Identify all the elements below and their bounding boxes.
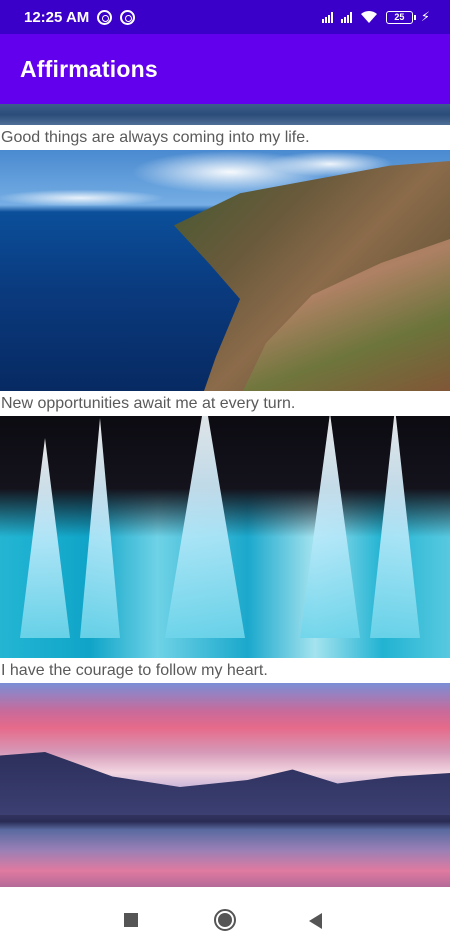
wifi-icon — [360, 10, 377, 23]
battery-icon: 25 — [385, 10, 416, 24]
ring-icon — [120, 9, 136, 25]
affirmation-caption: New opportunities await me at every turn… — [0, 391, 450, 416]
status-time: 12:25 AM — [24, 8, 90, 26]
app-bar: Affirmations — [0, 34, 450, 104]
crystal-spike — [370, 416, 420, 638]
home-circle-icon[interactable] — [214, 909, 236, 931]
affirmation-caption: Good things are always coming into my li… — [0, 125, 450, 150]
bolt-icon: ⚡ — [420, 9, 430, 24]
affirmation-list[interactable]: Good things are always coming into my li… — [0, 104, 450, 890]
affirmation-caption: I have the courage to follow my heart. — [0, 658, 450, 683]
battery-level: 25 — [394, 12, 405, 22]
mountain-shape — [0, 752, 450, 815]
crystal-spike — [300, 416, 360, 638]
status-right: 25 ⚡ — [321, 9, 430, 25]
crystal-spike — [80, 418, 120, 638]
home-dot — [218, 913, 232, 927]
crystal-spike — [20, 438, 70, 638]
status-bar: 12:25 AM 25 ⚡ — [0, 0, 450, 34]
app-title: Affirmations — [20, 55, 158, 82]
coastline-image — [0, 150, 450, 391]
signal-icon — [321, 11, 333, 23]
crystal-spike — [165, 416, 245, 638]
blue-crystal-image — [0, 416, 450, 658]
sea-image — [0, 104, 450, 125]
sunset-lake-image — [0, 683, 450, 887]
signal-icon — [340, 11, 352, 23]
back-triangle-icon[interactable] — [309, 913, 322, 929]
recents-square-icon[interactable] — [124, 913, 138, 927]
navigation-bar — [0, 890, 450, 950]
ring-icon — [97, 9, 113, 25]
status-left: 12:25 AM — [24, 8, 136, 26]
